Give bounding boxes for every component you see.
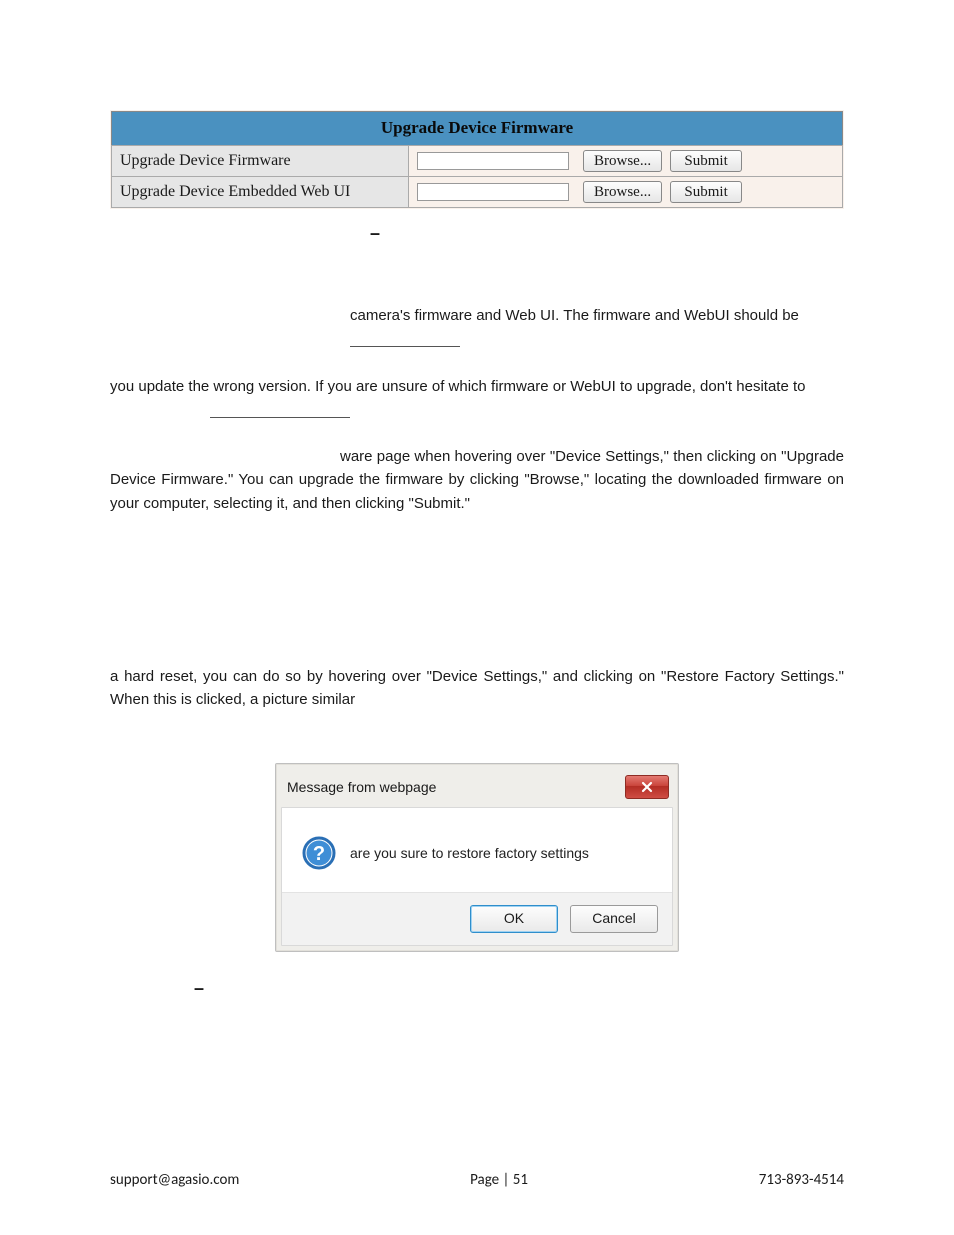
paragraph-1: camera's firmware and Web UI. The firmwa… xyxy=(350,307,799,324)
dash-separator: – xyxy=(370,223,844,244)
cancel-button[interactable]: Cancel xyxy=(570,905,658,933)
footer-phone: 713-893-4514 xyxy=(759,1171,844,1189)
dialog-message: are you sure to restore factory settings xyxy=(350,845,589,861)
webui-row: Upgrade Device Embedded Web UI Browse...… xyxy=(112,177,843,208)
firmware-panel-title: Upgrade Device Firmware xyxy=(111,111,843,145)
dialog-title: Message from webpage xyxy=(287,779,436,795)
browse-button[interactable]: Browse... xyxy=(583,150,662,172)
blank-line xyxy=(350,331,460,347)
ok-button[interactable]: OK xyxy=(470,905,558,933)
dash-separator: – xyxy=(194,978,844,999)
footer-email: support@agasio.com xyxy=(110,1171,239,1189)
footer-page-number: Page | 51 xyxy=(470,1171,528,1189)
browse-button[interactable]: Browse... xyxy=(583,181,662,203)
body-text-block: camera's firmware and Web UI. The firmwa… xyxy=(110,304,844,711)
submit-button[interactable]: Submit xyxy=(670,181,742,203)
question-icon: ? xyxy=(302,836,336,870)
webui-file-input[interactable] xyxy=(417,183,569,201)
submit-button[interactable]: Submit xyxy=(670,150,742,172)
confirm-dialog: Message from webpage ? are you sure to r… xyxy=(275,763,679,952)
paragraph-4: a hard reset, you can do so by hovering … xyxy=(110,665,844,712)
svg-text:?: ? xyxy=(313,843,325,865)
firmware-file-input[interactable] xyxy=(417,152,569,170)
firmware-upgrade-panel: Upgrade Device Firmware Upgrade Device F… xyxy=(110,110,844,209)
blank-line xyxy=(210,402,350,418)
paragraph-3: ware page when hovering over "Device Set… xyxy=(110,448,844,512)
webui-row-label: Upgrade Device Embedded Web UI xyxy=(112,177,409,208)
page-footer: support@agasio.com Page | 51 713-893-451… xyxy=(110,1171,844,1189)
firmware-row: Upgrade Device Firmware Browse... Submit xyxy=(112,146,843,177)
paragraph-2: you update the wrong version. If you are… xyxy=(110,375,844,398)
close-icon[interactable] xyxy=(625,775,669,799)
firmware-row-label: Upgrade Device Firmware xyxy=(112,146,409,177)
